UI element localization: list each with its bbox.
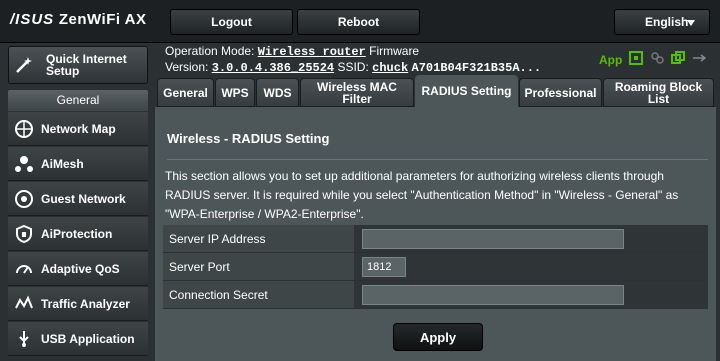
operation-mode-label: Operation Mode:: [165, 44, 255, 58]
sidebar-item-label: AiMesh: [41, 156, 84, 171]
sidebar-item-network-map[interactable]: Network Map: [8, 112, 148, 146]
tab-wps[interactable]: WPS: [215, 78, 255, 107]
sidebar-item-label: AiProtection: [41, 226, 113, 241]
traffic-analyzer-icon: [13, 293, 35, 315]
version-label: Version:: [165, 60, 209, 74]
server-port-label: Server Port: [163, 253, 354, 280]
sidebar: Quick Internet Setup General Network Map…: [0, 43, 148, 361]
connection-secret-input[interactable]: [362, 284, 624, 305]
sidebar-item-label: Guest Network: [41, 191, 126, 206]
logout-button[interactable]: Logout: [170, 9, 293, 35]
qr-code-icon[interactable]: [629, 51, 644, 68]
ssid-label: SSID:: [337, 60, 369, 74]
top-bar: /ISUS ZenWiFi AX Logout Reboot English: [0, 0, 720, 43]
tab-professional[interactable]: Professional: [519, 78, 602, 107]
server-port-cell: 1812: [354, 253, 708, 280]
asus-logo: /ISUS ZenWiFi AX: [10, 11, 147, 28]
server-ip-input[interactable]: [362, 228, 624, 249]
form-row-server-ip: Server IP Address: [163, 225, 708, 253]
sidebar-item-adaptive-qos[interactable]: Adaptive QoS: [8, 252, 148, 286]
section-description: This section allows you to set up additi…: [165, 169, 679, 221]
aiprotection-icon: [13, 223, 35, 245]
firmware-label: Firmware: [369, 44, 420, 58]
tab-wds[interactable]: WDS: [256, 78, 299, 107]
usb-icon[interactable]: [692, 51, 707, 68]
copy-icon[interactable]: [671, 51, 686, 68]
brand-text: /ISUS: [10, 11, 55, 28]
tab-general[interactable]: General: [157, 78, 214, 107]
language-value: English: [645, 15, 689, 29]
product-name: ZenWiFi AX: [58, 11, 147, 28]
server-ip-cell: [354, 225, 708, 252]
sidebar-item-guest-network[interactable]: Guest Network: [8, 182, 148, 216]
adaptive-qos-icon: [13, 258, 35, 280]
operation-mode-link[interactable]: Wireless router: [258, 45, 366, 59]
aimesh-icon: [13, 153, 35, 175]
reboot-button[interactable]: Reboot: [297, 9, 420, 35]
firmware-version-link[interactable]: 3.0.0.4.386_25524: [212, 61, 334, 75]
connection-secret-cell: [354, 281, 708, 308]
sidebar-item-label: Traffic Analyzer: [41, 296, 130, 311]
sidebar-item-label: USB Application: [41, 331, 135, 346]
status-info: Operation Mode: Wireless router Firmware…: [165, 44, 541, 76]
wand-icon: [14, 54, 34, 76]
language-select[interactable]: English: [614, 9, 710, 35]
sidebar-item-traffic-analyzer[interactable]: Traffic Analyzer: [8, 287, 148, 321]
status-icons: App: [599, 51, 707, 68]
sidebar-item-aimesh[interactable]: AiMesh: [8, 147, 148, 181]
server-port-input[interactable]: 1812: [362, 256, 406, 277]
tab-roaming-block-list[interactable]: Roaming Block List: [603, 78, 714, 107]
page-title: Wireless - RADIUS Setting: [167, 131, 330, 146]
tab-radius-setting[interactable]: RADIUS Setting: [415, 75, 518, 107]
radius-form: Server IP Address Server Port 1812 Conne…: [163, 225, 708, 309]
divider: [167, 159, 708, 160]
connection-secret-label: Connection Secret: [163, 281, 354, 308]
mac-address: A701B04F321B35A...: [411, 61, 542, 75]
sidebar-item-aiprotection[interactable]: AiProtection: [8, 217, 148, 251]
apply-button[interactable]: Apply: [393, 323, 483, 351]
chevron-down-icon: [687, 20, 695, 26]
sidebar-item-label: Adaptive QoS: [41, 261, 120, 276]
tab-wireless-mac-filter[interactable]: Wireless MAC Filter: [300, 78, 414, 107]
form-row-server-port: Server Port 1812: [163, 253, 708, 281]
sidebar-item-usb-application[interactable]: USB Application: [8, 322, 148, 356]
usb-application-icon: [13, 328, 35, 350]
quick-internet-setup-button[interactable]: Quick Internet Setup: [8, 46, 148, 84]
general-section-header: General: [8, 90, 148, 111]
sidebar-item-label: Network Map: [41, 121, 116, 136]
clients-icon[interactable]: [650, 51, 665, 68]
quick-setup-label: Quick Internet Setup: [46, 52, 127, 78]
form-row-connection-secret: Connection Secret: [163, 281, 708, 309]
guest-network-icon: [13, 188, 35, 210]
network-map-icon: [13, 118, 35, 140]
server-ip-label: Server IP Address: [163, 225, 354, 252]
app-link[interactable]: App: [599, 53, 622, 67]
ssid-link[interactable]: chuck: [372, 61, 408, 75]
